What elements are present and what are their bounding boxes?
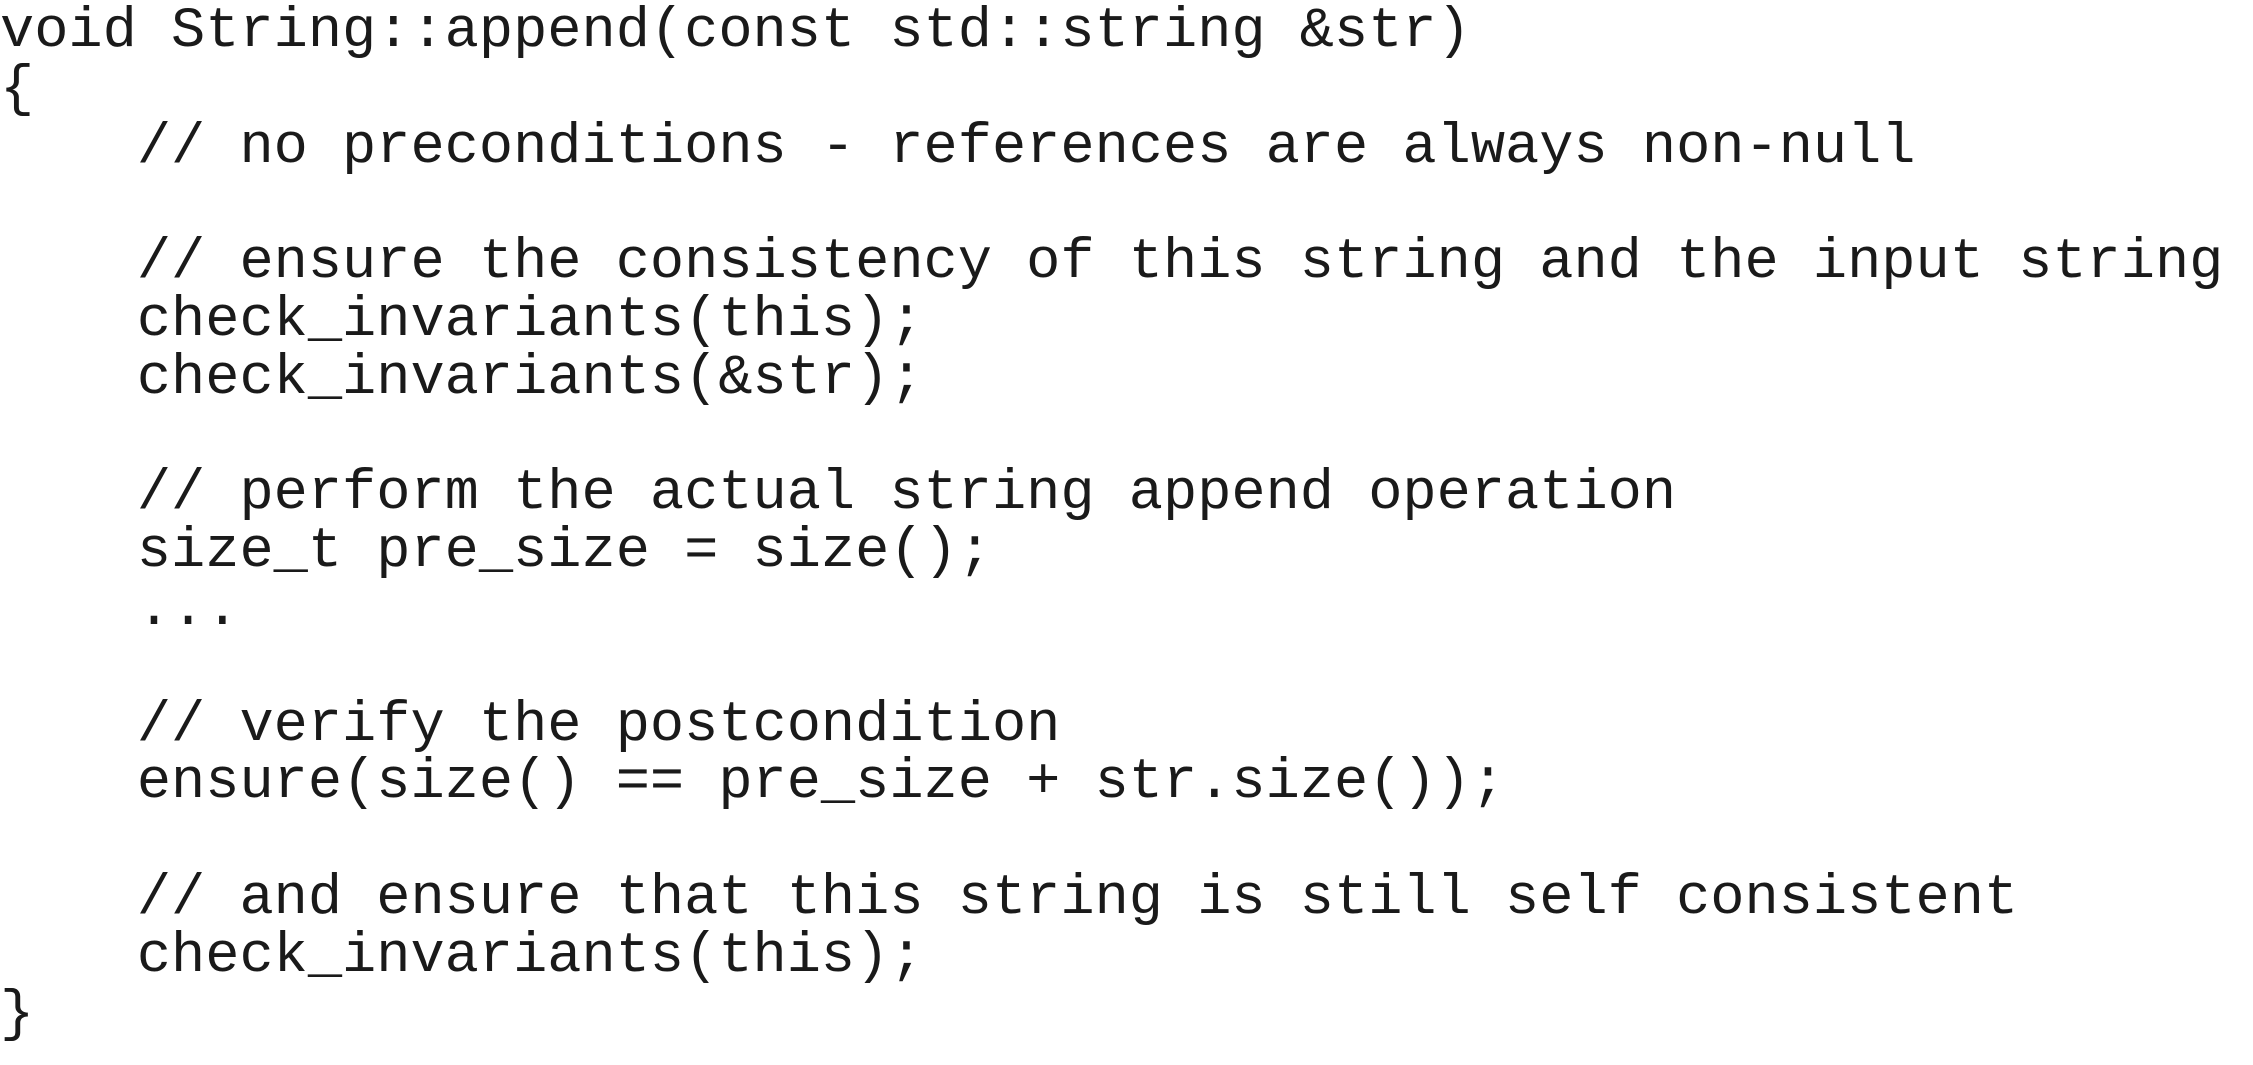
code-comment-consistency: // ensure the consistency of this string… xyxy=(0,231,2224,296)
code-line-signature: void String::append(const std::string &s… xyxy=(0,0,1471,64)
code-line-pre-size: size_t pre_size = size(); xyxy=(0,520,992,585)
code-line-open-brace: { xyxy=(0,57,35,122)
code-comment-postcondition: // verify the postcondition xyxy=(0,693,1061,758)
code-line-check-str: check_invariants(&str); xyxy=(0,346,924,411)
code-line-close-brace: } xyxy=(0,982,35,1047)
code-comment-self-consistent: // and ensure that this string is still … xyxy=(0,866,2019,931)
code-line-ellipsis: ... xyxy=(0,577,240,642)
code-line-check-this-final: check_invariants(this); xyxy=(0,924,924,989)
code-listing: void String::append(const std::string &s… xyxy=(0,0,2224,1047)
code-comment-preconditions: // no preconditions - references are alw… xyxy=(0,115,1916,180)
code-line-check-this: check_invariants(this); xyxy=(0,288,924,353)
code-comment-append: // perform the actual string append oper… xyxy=(0,462,1677,527)
code-line-ensure: ensure(size() == pre_size + str.size()); xyxy=(0,751,1506,816)
